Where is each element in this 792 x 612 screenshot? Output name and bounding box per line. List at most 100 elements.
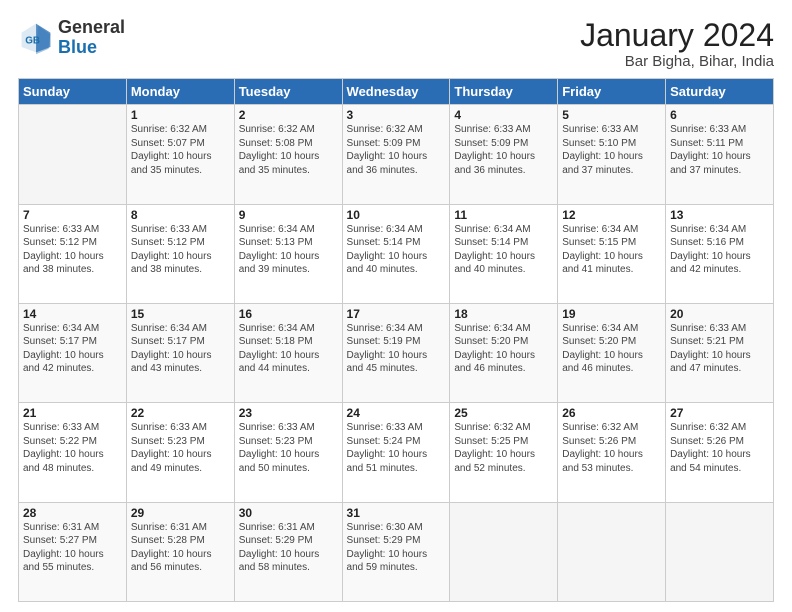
- calendar-day-cell: 4Sunrise: 6:33 AM Sunset: 5:09 PM Daylig…: [450, 105, 558, 204]
- calendar-day-cell: 31Sunrise: 6:30 AM Sunset: 5:29 PM Dayli…: [342, 502, 450, 601]
- day-number: 4: [454, 108, 553, 122]
- calendar-day-cell: 11Sunrise: 6:34 AM Sunset: 5:14 PM Dayli…: [450, 204, 558, 303]
- day-info: Sunrise: 6:31 AM Sunset: 5:28 PM Dayligh…: [131, 521, 230, 575]
- calendar-header-thursday: Thursday: [450, 79, 558, 105]
- day-info: Sunrise: 6:34 AM Sunset: 5:16 PM Dayligh…: [670, 223, 769, 277]
- day-number: 13: [670, 208, 769, 222]
- day-info: Sunrise: 6:33 AM Sunset: 5:12 PM Dayligh…: [23, 223, 122, 277]
- day-info: Sunrise: 6:32 AM Sunset: 5:26 PM Dayligh…: [562, 421, 661, 475]
- calendar-header-monday: Monday: [126, 79, 234, 105]
- day-info: Sunrise: 6:33 AM Sunset: 5:22 PM Dayligh…: [23, 421, 122, 475]
- calendar-week-row: 7Sunrise: 6:33 AM Sunset: 5:12 PM Daylig…: [19, 204, 774, 303]
- day-number: 19: [562, 307, 661, 321]
- calendar-day-cell: [19, 105, 127, 204]
- calendar-day-cell: 18Sunrise: 6:34 AM Sunset: 5:20 PM Dayli…: [450, 303, 558, 402]
- calendar-day-cell: [450, 502, 558, 601]
- calendar-day-cell: 25Sunrise: 6:32 AM Sunset: 5:25 PM Dayli…: [450, 403, 558, 502]
- calendar-day-cell: 24Sunrise: 6:33 AM Sunset: 5:24 PM Dayli…: [342, 403, 450, 502]
- title-block: January 2024 Bar Bigha, Bihar, India: [580, 18, 774, 70]
- calendar-week-row: 1Sunrise: 6:32 AM Sunset: 5:07 PM Daylig…: [19, 105, 774, 204]
- calendar-header-row: SundayMondayTuesdayWednesdayThursdayFrid…: [19, 79, 774, 105]
- calendar-day-cell: 14Sunrise: 6:34 AM Sunset: 5:17 PM Dayli…: [19, 303, 127, 402]
- day-info: Sunrise: 6:34 AM Sunset: 5:20 PM Dayligh…: [454, 322, 553, 376]
- svg-text:GB: GB: [25, 35, 40, 46]
- day-number: 20: [670, 307, 769, 321]
- day-info: Sunrise: 6:34 AM Sunset: 5:17 PM Dayligh…: [23, 322, 122, 376]
- day-number: 25: [454, 406, 553, 420]
- calendar-day-cell: 1Sunrise: 6:32 AM Sunset: 5:07 PM Daylig…: [126, 105, 234, 204]
- calendar-day-cell: 10Sunrise: 6:34 AM Sunset: 5:14 PM Dayli…: [342, 204, 450, 303]
- calendar-day-cell: 28Sunrise: 6:31 AM Sunset: 5:27 PM Dayli…: [19, 502, 127, 601]
- day-info: Sunrise: 6:32 AM Sunset: 5:25 PM Dayligh…: [454, 421, 553, 475]
- calendar-day-cell: 8Sunrise: 6:33 AM Sunset: 5:12 PM Daylig…: [126, 204, 234, 303]
- calendar-day-cell: [558, 502, 666, 601]
- day-number: 30: [239, 506, 338, 520]
- day-info: Sunrise: 6:32 AM Sunset: 5:07 PM Dayligh…: [131, 123, 230, 177]
- calendar-day-cell: 12Sunrise: 6:34 AM Sunset: 5:15 PM Dayli…: [558, 204, 666, 303]
- calendar-header-sunday: Sunday: [19, 79, 127, 105]
- calendar-day-cell: 7Sunrise: 6:33 AM Sunset: 5:12 PM Daylig…: [19, 204, 127, 303]
- calendar-day-cell: 15Sunrise: 6:34 AM Sunset: 5:17 PM Dayli…: [126, 303, 234, 402]
- calendar-week-row: 28Sunrise: 6:31 AM Sunset: 5:27 PM Dayli…: [19, 502, 774, 601]
- day-number: 23: [239, 406, 338, 420]
- day-number: 27: [670, 406, 769, 420]
- day-number: 28: [23, 506, 122, 520]
- day-number: 26: [562, 406, 661, 420]
- day-info: Sunrise: 6:34 AM Sunset: 5:20 PM Dayligh…: [562, 322, 661, 376]
- calendar-day-cell: 3Sunrise: 6:32 AM Sunset: 5:09 PM Daylig…: [342, 105, 450, 204]
- day-info: Sunrise: 6:33 AM Sunset: 5:21 PM Dayligh…: [670, 322, 769, 376]
- calendar-table: SundayMondayTuesdayWednesdayThursdayFrid…: [18, 78, 774, 602]
- day-number: 1: [131, 108, 230, 122]
- calendar-header-tuesday: Tuesday: [234, 79, 342, 105]
- day-number: 3: [347, 108, 446, 122]
- day-number: 6: [670, 108, 769, 122]
- day-number: 12: [562, 208, 661, 222]
- sub-title: Bar Bigha, Bihar, India: [580, 53, 774, 70]
- calendar-week-row: 14Sunrise: 6:34 AM Sunset: 5:17 PM Dayli…: [19, 303, 774, 402]
- day-info: Sunrise: 6:34 AM Sunset: 5:15 PM Dayligh…: [562, 223, 661, 277]
- day-info: Sunrise: 6:33 AM Sunset: 5:09 PM Dayligh…: [454, 123, 553, 177]
- calendar-day-cell: 16Sunrise: 6:34 AM Sunset: 5:18 PM Dayli…: [234, 303, 342, 402]
- day-number: 10: [347, 208, 446, 222]
- day-number: 17: [347, 307, 446, 321]
- day-info: Sunrise: 6:32 AM Sunset: 5:26 PM Dayligh…: [670, 421, 769, 475]
- day-number: 16: [239, 307, 338, 321]
- day-info: Sunrise: 6:31 AM Sunset: 5:27 PM Dayligh…: [23, 521, 122, 575]
- calendar-day-cell: 6Sunrise: 6:33 AM Sunset: 5:11 PM Daylig…: [666, 105, 774, 204]
- day-number: 22: [131, 406, 230, 420]
- logo: GB General Blue: [18, 18, 125, 58]
- calendar-day-cell: 27Sunrise: 6:32 AM Sunset: 5:26 PM Dayli…: [666, 403, 774, 502]
- calendar-day-cell: 2Sunrise: 6:32 AM Sunset: 5:08 PM Daylig…: [234, 105, 342, 204]
- day-info: Sunrise: 6:32 AM Sunset: 5:09 PM Dayligh…: [347, 123, 446, 177]
- day-info: Sunrise: 6:33 AM Sunset: 5:24 PM Dayligh…: [347, 421, 446, 475]
- day-number: 29: [131, 506, 230, 520]
- calendar-day-cell: 26Sunrise: 6:32 AM Sunset: 5:26 PM Dayli…: [558, 403, 666, 502]
- day-number: 14: [23, 307, 122, 321]
- calendar-day-cell: 23Sunrise: 6:33 AM Sunset: 5:23 PM Dayli…: [234, 403, 342, 502]
- calendar-day-cell: 5Sunrise: 6:33 AM Sunset: 5:10 PM Daylig…: [558, 105, 666, 204]
- calendar-day-cell: 21Sunrise: 6:33 AM Sunset: 5:22 PM Dayli…: [19, 403, 127, 502]
- day-info: Sunrise: 6:34 AM Sunset: 5:14 PM Dayligh…: [454, 223, 553, 277]
- day-number: 11: [454, 208, 553, 222]
- day-info: Sunrise: 6:33 AM Sunset: 5:23 PM Dayligh…: [131, 421, 230, 475]
- calendar-day-cell: 19Sunrise: 6:34 AM Sunset: 5:20 PM Dayli…: [558, 303, 666, 402]
- day-info: Sunrise: 6:31 AM Sunset: 5:29 PM Dayligh…: [239, 521, 338, 575]
- day-number: 24: [347, 406, 446, 420]
- calendar-day-cell: 30Sunrise: 6:31 AM Sunset: 5:29 PM Dayli…: [234, 502, 342, 601]
- page: GB General Blue January 2024 Bar Bigha, …: [0, 0, 792, 612]
- day-info: Sunrise: 6:34 AM Sunset: 5:14 PM Dayligh…: [347, 223, 446, 277]
- day-number: 7: [23, 208, 122, 222]
- calendar-day-cell: 29Sunrise: 6:31 AM Sunset: 5:28 PM Dayli…: [126, 502, 234, 601]
- main-title: January 2024: [580, 18, 774, 53]
- day-info: Sunrise: 6:33 AM Sunset: 5:23 PM Dayligh…: [239, 421, 338, 475]
- calendar-day-cell: 9Sunrise: 6:34 AM Sunset: 5:13 PM Daylig…: [234, 204, 342, 303]
- logo-icon: GB: [18, 20, 54, 56]
- day-info: Sunrise: 6:33 AM Sunset: 5:12 PM Dayligh…: [131, 223, 230, 277]
- day-info: Sunrise: 6:33 AM Sunset: 5:10 PM Dayligh…: [562, 123, 661, 177]
- calendar-header-friday: Friday: [558, 79, 666, 105]
- day-number: 31: [347, 506, 446, 520]
- calendar-header-saturday: Saturday: [666, 79, 774, 105]
- day-info: Sunrise: 6:34 AM Sunset: 5:13 PM Dayligh…: [239, 223, 338, 277]
- day-number: 9: [239, 208, 338, 222]
- day-info: Sunrise: 6:32 AM Sunset: 5:08 PM Dayligh…: [239, 123, 338, 177]
